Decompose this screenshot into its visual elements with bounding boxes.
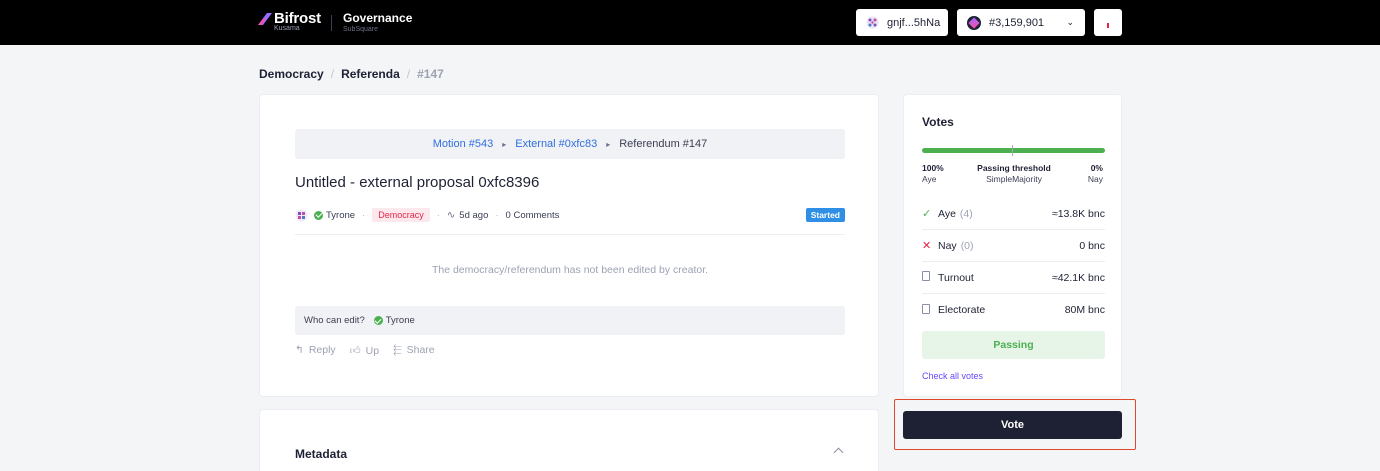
- metadata-card: Metadata: [259, 409, 879, 471]
- motion-link[interactable]: Motion #543: [433, 138, 494, 150]
- status-badge: Started: [805, 208, 845, 222]
- share-label: Share: [406, 344, 435, 356]
- activity-icon: ∿: [446, 209, 456, 221]
- post-title: Untitled - external proposal 0xfc8396: [295, 174, 540, 191]
- nay-count: (0): [960, 239, 974, 252]
- share-button[interactable]: ⬱ Share: [393, 344, 435, 357]
- aye-percent-value: 100%: [922, 163, 944, 173]
- nay-label: Nay: [938, 239, 957, 252]
- turnout-icon: [922, 271, 938, 284]
- meta-separator: ·: [436, 209, 440, 221]
- who-can-edit-label: Who can edit?: [304, 315, 365, 326]
- aye-label: Aye: [938, 207, 956, 220]
- reply-icon: ↰: [295, 344, 304, 356]
- chevron-right-icon: ▸: [502, 139, 507, 149]
- header-divider: [331, 15, 332, 31]
- vote-progress-bar: [922, 148, 1105, 153]
- nay-value: 0 bnc: [1079, 239, 1105, 252]
- who-can-edit-box: Who can edit? Tyrone: [295, 306, 845, 335]
- nay-percentage: 0% Nay: [1088, 163, 1103, 185]
- vote-button[interactable]: Vote: [903, 411, 1122, 439]
- passing-threshold: Passing threshold SimpleMajority: [964, 163, 1064, 185]
- turnout-value: ≈42.1K bnc: [1051, 271, 1105, 284]
- bifrost-logo-icon: [258, 12, 272, 25]
- aye-count: (4): [959, 207, 973, 220]
- notification-icon: [1107, 23, 1109, 28]
- bifrost-logo[interactable]: Bifrost Kusama: [258, 10, 321, 32]
- upvote-button[interactable]: 👍︎ Up: [350, 344, 379, 357]
- breadcrumb-referenda[interactable]: Referenda: [341, 67, 400, 81]
- upvote-label: Up: [365, 345, 380, 357]
- turnout-row: Turnout ≈42.1K bnc: [922, 262, 1105, 294]
- check-icon: ✓: [922, 208, 932, 220]
- author-avatar-icon: [295, 209, 308, 221]
- verified-icon: [314, 210, 323, 220]
- logo-chain: Kusama: [274, 25, 300, 32]
- aye-percentage: 100% Aye: [922, 163, 944, 185]
- reply-label: Reply: [308, 344, 336, 356]
- threshold-type: SimpleMajority: [986, 174, 1042, 184]
- breadcrumb: Democracy / Referenda / #147: [259, 67, 444, 81]
- aye-value: ≈13.8K bnc: [1051, 207, 1105, 220]
- electorate-icon: [922, 303, 938, 317]
- post-time: 5d ago: [459, 209, 489, 221]
- chevron-right-icon: ▸: [606, 139, 611, 149]
- post-meta: Tyrone · Democracy · ∿ 5d ago · 0 Commen…: [295, 207, 845, 223]
- check-all-votes-link[interactable]: Check all votes: [922, 371, 983, 381]
- editor-name[interactable]: Tyrone: [386, 315, 415, 326]
- electorate-value: 80M bnc: [1064, 304, 1105, 316]
- account-button[interactable]: gnjf...5hNa: [856, 9, 948, 36]
- block-height: #3,159,901: [989, 16, 1045, 29]
- votes-card: Votes 100% Aye Passing threshold SimpleM…: [903, 94, 1122, 397]
- nay-row: ✕ Nay (0) 0 bnc: [922, 230, 1105, 262]
- passing-status: Passing: [922, 331, 1105, 359]
- share-icon: ⬱: [393, 344, 402, 356]
- votes-title: Votes: [922, 115, 954, 129]
- referendum-current: Referendum #147: [619, 138, 708, 150]
- metadata-title: Metadata: [295, 447, 348, 461]
- nay-percent-label: Nay: [1087, 174, 1103, 184]
- referendum-detail-card: Motion #543 ▸ External #0xfc83 ▸ Referen…: [259, 94, 879, 397]
- aye-percent-label: Aye: [922, 174, 937, 184]
- breadcrumb-democracy[interactable]: Democracy: [259, 67, 324, 81]
- verified-icon: [373, 316, 383, 325]
- category-tag[interactable]: Democracy: [372, 208, 430, 222]
- account-avatar-icon: [866, 16, 879, 29]
- electorate-label: Electorate: [938, 304, 986, 316]
- electorate-row: Electorate 80M bnc: [922, 294, 1105, 326]
- chevron-down-icon: ⌄: [1066, 17, 1074, 27]
- reply-button[interactable]: ↰ Reply: [295, 344, 336, 357]
- meta-separator: ·: [495, 209, 499, 221]
- network-icon: [967, 15, 981, 30]
- breadcrumb-separator: /: [330, 67, 335, 81]
- meta-separator: ·: [362, 209, 366, 221]
- app-title[interactable]: Governance: [343, 11, 412, 25]
- divider: [295, 234, 845, 235]
- breadcrumb-current: #147: [417, 67, 444, 81]
- menu-button[interactable]: [1094, 9, 1122, 36]
- app-subtitle: SubSquare: [343, 26, 379, 33]
- cross-icon: ✕: [922, 240, 932, 252]
- breadcrumb-separator: /: [406, 67, 411, 81]
- post-actions: ↰ Reply 👍︎ Up ⬱ Share: [295, 344, 435, 357]
- external-link[interactable]: External #0xfc83: [515, 138, 597, 150]
- related-proposals-bar: Motion #543 ▸ External #0xfc83 ▸ Referen…: [295, 129, 845, 159]
- threshold-marker: [1012, 145, 1013, 156]
- thumbs-up-icon: 👍︎: [349, 345, 361, 357]
- threshold-label: Passing threshold: [977, 163, 1051, 173]
- top-bar: Bifrost Kusama Governance SubSquare gnjf…: [0, 0, 1380, 45]
- aye-row: ✓ Aye (4) ≈13.8K bnc: [922, 198, 1105, 230]
- network-block-selector[interactable]: #3,159,901 ⌄: [957, 9, 1085, 36]
- account-address: gnjf...5hNa: [887, 16, 941, 29]
- comment-count: 0 Comments: [505, 209, 560, 221]
- not-edited-notice: The democracy/referendum has not been ed…: [431, 264, 709, 276]
- chevron-up-icon[interactable]: [833, 447, 844, 458]
- nay-percent-value: 0%: [1090, 163, 1103, 173]
- author-name[interactable]: Tyrone: [326, 210, 355, 221]
- turnout-label: Turnout: [938, 271, 974, 284]
